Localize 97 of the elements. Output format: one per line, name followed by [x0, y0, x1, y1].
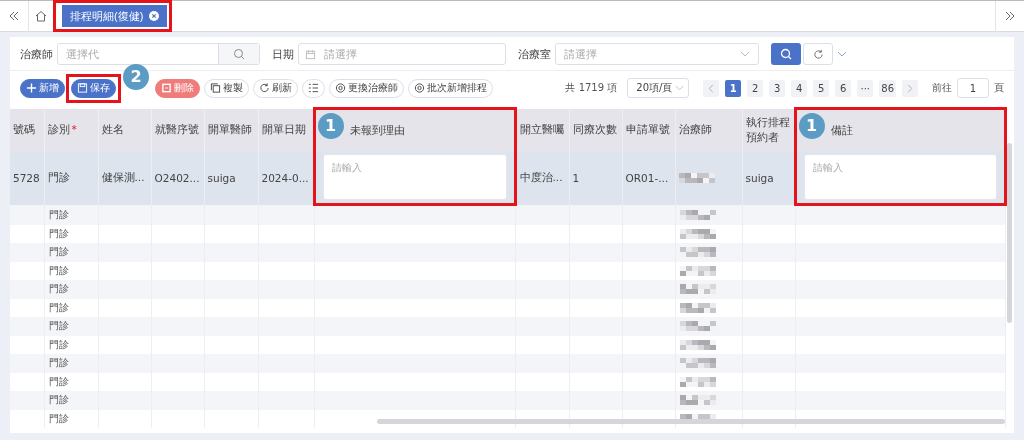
batch-button[interactable]: 批次新增排程 [408, 78, 493, 98]
column-header: 開單日期 [261, 123, 306, 136]
refresh-button[interactable]: 刷新 [253, 78, 298, 98]
chevron-down-icon[interactable] [837, 51, 847, 57]
table-cell: 門診 [48, 301, 69, 313]
search-button[interactable] [771, 43, 801, 65]
chevron-right-icon [907, 83, 913, 93]
pixelated-name [679, 395, 716, 406]
list-icon [308, 82, 319, 94]
table-cell: 門診 [48, 283, 69, 295]
table-cell: suiga [207, 171, 236, 184]
table-cell: 門診 [48, 375, 69, 387]
table-cell: 健保測... [101, 170, 145, 183]
chevron-down-icon [675, 85, 685, 91]
table-cell: 門診 [48, 264, 69, 276]
table-cell: 門診 [48, 320, 69, 332]
search-icon [233, 48, 245, 60]
swap-button[interactable]: 更換治療師 [329, 78, 404, 98]
add-button[interactable]: 新增 [20, 78, 65, 98]
table-cell: 門診 [48, 412, 69, 424]
filter-label: 日期 [272, 46, 294, 62]
home-icon[interactable] [35, 10, 47, 22]
vertical-scrollbar[interactable] [1007, 143, 1012, 323]
total-count: 共 1719 項 [565, 81, 618, 95]
page-input[interactable]: 1 [957, 78, 989, 98]
table-cell: 門診 [48, 246, 69, 258]
pixelated-name [679, 228, 716, 239]
page-button[interactable]: ··· [857, 79, 874, 97]
close-icon[interactable] [149, 11, 160, 21]
table-cell: 5728 [13, 171, 40, 184]
filter-label: 治療師 [20, 46, 53, 62]
table-cell: 門診 [48, 208, 69, 220]
pixelated-name [679, 247, 716, 258]
pixelated-name [679, 265, 716, 276]
column-header: 備註 [830, 124, 853, 137]
copy-icon [210, 82, 221, 94]
page-button[interactable]: 2 [747, 79, 764, 97]
page-size-select[interactable]: 20項/頁 [627, 78, 690, 98]
page-button[interactable]: 4 [791, 79, 808, 97]
table-cell: 2024-0... [261, 171, 309, 184]
callout-badge: 2 [123, 63, 149, 90]
pixelated-name [679, 302, 716, 313]
pixelated-name [678, 172, 715, 183]
column-header: 號碼 [13, 123, 35, 136]
save-icon [77, 82, 88, 94]
columns-button[interactable] [302, 78, 325, 98]
pixelated-name [679, 339, 716, 350]
table-cell: suiga [745, 171, 774, 184]
column-header: 就醫序號 [154, 123, 199, 136]
pixelated-name [679, 321, 716, 332]
refresh-icon [812, 48, 824, 60]
table-cell: 中度治... [519, 170, 563, 183]
table-cell: 門診 [48, 338, 69, 350]
table-cell: 1 [572, 171, 580, 184]
table-cell: 門診 [48, 357, 69, 369]
column-header: 診別 [47, 123, 70, 136]
filter-label: 治療室 [518, 46, 551, 62]
column-header: 申請單號 [625, 123, 670, 136]
column-header: 未報到理由 [349, 124, 405, 137]
pixelated-name [679, 284, 716, 295]
column-header: 治療師 [678, 123, 712, 136]
goto-label: 前往 [932, 81, 952, 95]
page-button[interactable]: 5 [813, 79, 830, 97]
double-chevron-right-icon[interactable] [1005, 11, 1015, 21]
chevron-left-icon [708, 83, 715, 93]
page-button[interactable]: 86 [879, 79, 896, 97]
column-header: 開立醫囑 [519, 123, 564, 136]
page-button[interactable]: 6 [835, 79, 852, 97]
double-chevron-left-icon[interactable] [9, 11, 19, 21]
copy-button[interactable]: 複製 [204, 78, 249, 98]
table-cell: O2402... [154, 171, 200, 184]
save-button[interactable]: 保存 [71, 78, 116, 98]
search-icon [780, 48, 792, 60]
reset-button[interactable] [803, 43, 833, 65]
horizontal-scrollbar[interactable] [377, 419, 1005, 424]
pixelated-name [679, 209, 716, 220]
column-header: 開單醫師 [207, 123, 252, 136]
pixelated-name [679, 376, 716, 387]
table-cell: OR01-... [625, 171, 669, 184]
plus-icon [26, 82, 37, 94]
callout-badge: 1 [317, 113, 344, 139]
refresh-icon [259, 82, 270, 94]
calendar-icon [305, 48, 316, 60]
required-mark: * [71, 123, 77, 136]
table-cell: 門診 [48, 394, 69, 406]
pixelated-name [679, 358, 716, 369]
table-cell: 門診 [48, 227, 69, 239]
column-header: 執行排程預約者 [745, 116, 790, 143]
chevron-down-icon [740, 51, 750, 57]
page-suffix: 頁 [994, 81, 1004, 95]
callout-badge: 1 [798, 113, 825, 139]
column-header: 同療次數 [572, 123, 617, 136]
column-header: 姓名 [101, 123, 124, 136]
page-button[interactable]: 1 [725, 79, 742, 97]
page-button[interactable]: 3 [769, 79, 786, 97]
page-tab[interactable]: 排程明細(復健) [62, 5, 168, 27]
table-cell: 門診 [47, 170, 70, 183]
